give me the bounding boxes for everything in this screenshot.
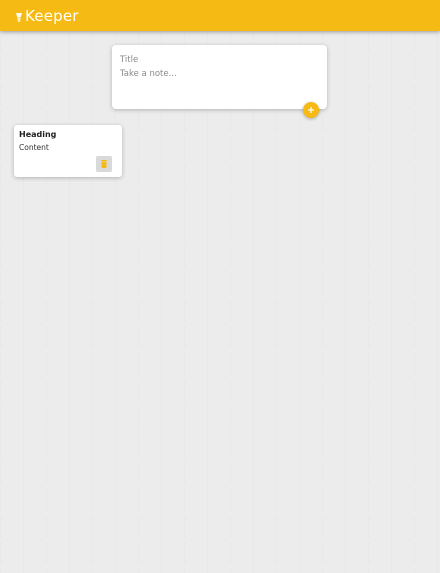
note-card: Heading Content <box>14 125 122 177</box>
note-title: Heading <box>19 130 57 139</box>
note-content: Content <box>19 143 49 152</box>
trash-icon <box>101 160 107 168</box>
lightbulb-icon <box>15 11 23 23</box>
note-title-input[interactable] <box>120 54 319 66</box>
add-note-button[interactable] <box>303 102 319 118</box>
plus-icon <box>307 106 315 114</box>
app-header: Keeper <box>0 0 440 31</box>
delete-note-button[interactable] <box>96 156 112 172</box>
app-title: Keeper <box>25 6 79 25</box>
note-content-input[interactable] <box>120 69 319 89</box>
create-note-form <box>112 45 327 109</box>
